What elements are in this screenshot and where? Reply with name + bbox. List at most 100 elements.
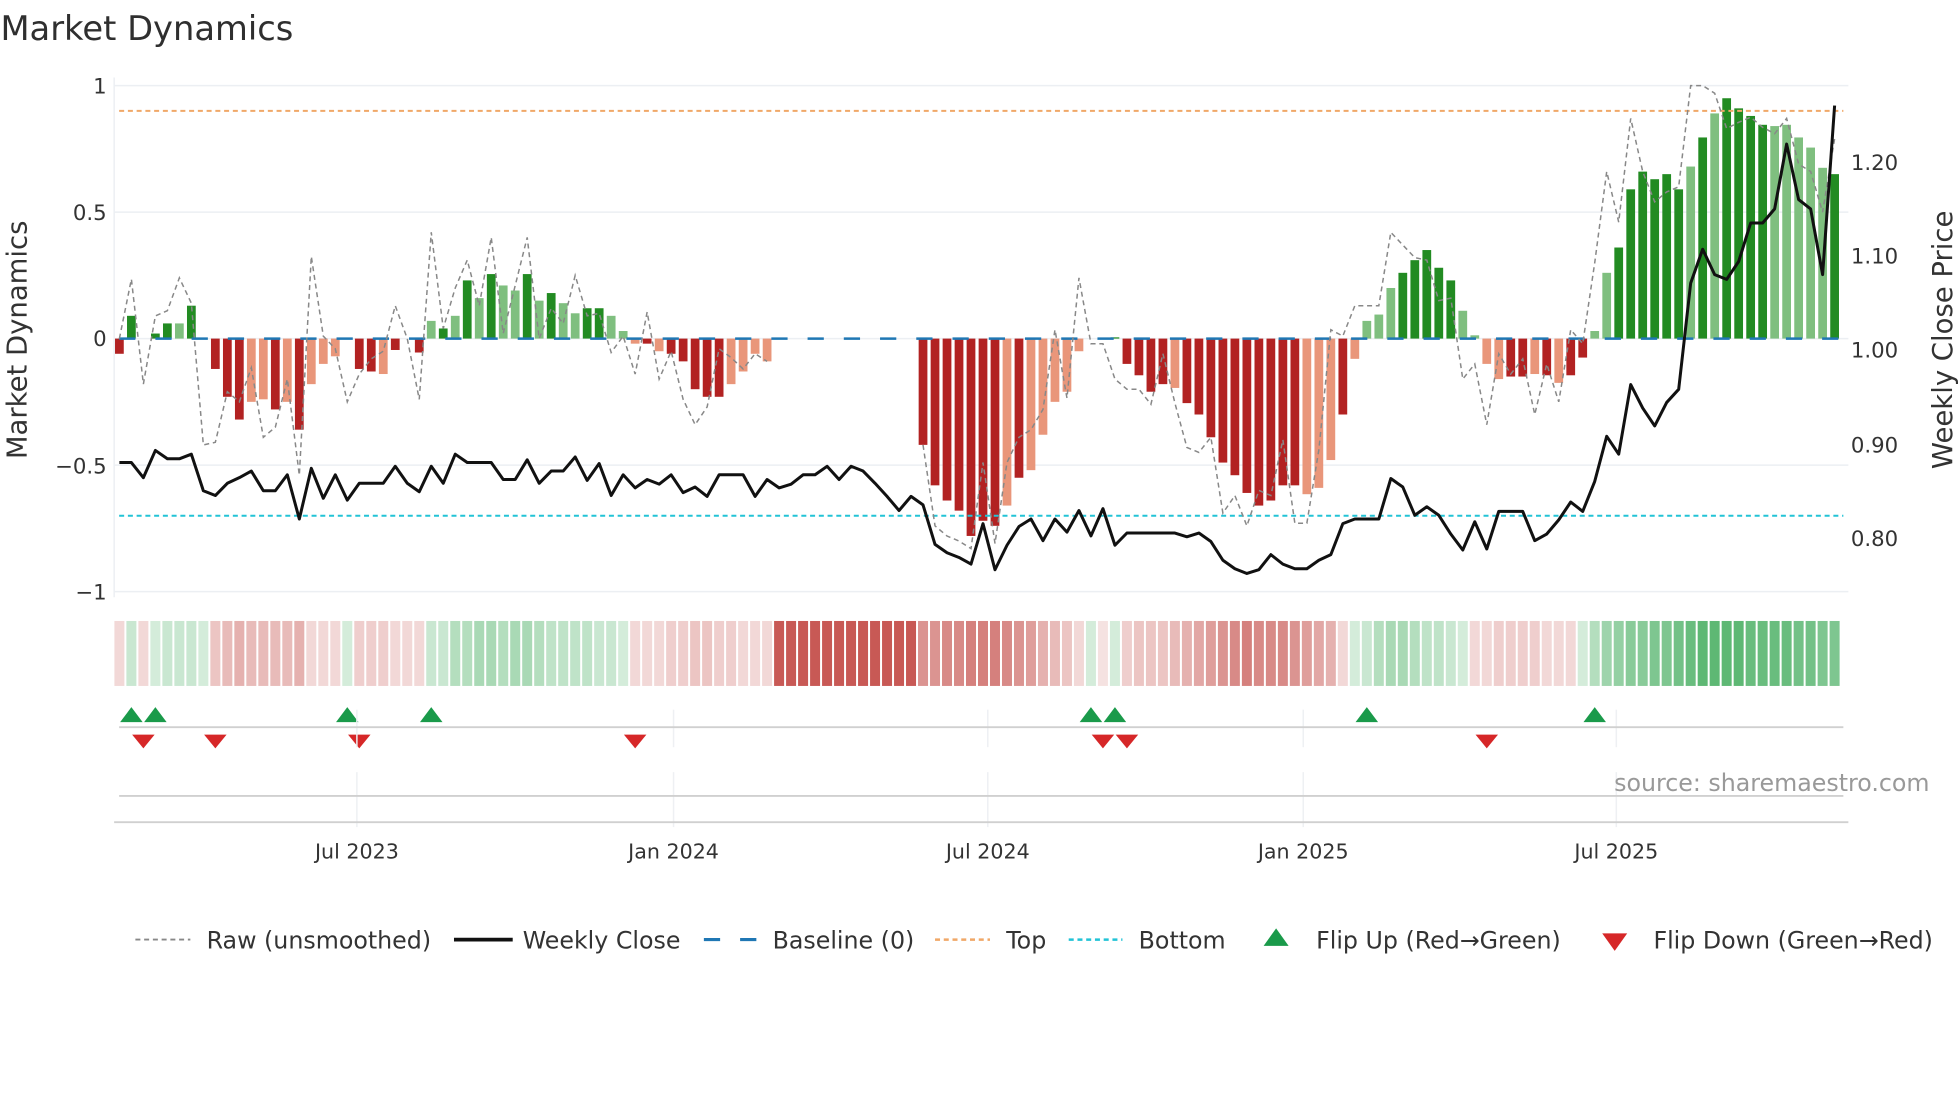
strip-cell [342, 620, 353, 686]
bar [546, 293, 556, 339]
bar [1422, 250, 1432, 339]
bar [1518, 338, 1528, 377]
bar [522, 274, 532, 339]
bar [1734, 108, 1744, 339]
strip-cell [1373, 620, 1384, 686]
strip-cell [714, 620, 725, 686]
bar [354, 338, 364, 369]
bar [1590, 331, 1600, 339]
bar [318, 338, 328, 364]
strip-cell [906, 620, 917, 686]
bar [654, 338, 664, 352]
strip-cell [270, 620, 281, 686]
source-label: source: sharemaestro.com [1614, 769, 1929, 797]
flip-up-marker [120, 707, 143, 723]
strip-cell [834, 620, 845, 686]
bar [690, 338, 700, 390]
strip-cell [1013, 620, 1024, 686]
bar [966, 338, 976, 536]
y-tick-label: 1 [93, 75, 107, 100]
strip-cell [786, 620, 797, 686]
strip-cell [1481, 620, 1492, 686]
strip-cell [702, 620, 713, 686]
flip-down-marker [132, 734, 155, 749]
bar [606, 315, 616, 339]
strip-cell [1181, 620, 1192, 686]
legend-item-weekly-close[interactable]: Weekly Close [453, 926, 681, 954]
bar [1146, 338, 1156, 392]
bar [1194, 338, 1204, 415]
strip-cell [1577, 620, 1588, 686]
legend-item-raw[interactable]: Raw (unsmoothed) [135, 926, 431, 954]
strip-cell [1589, 620, 1600, 686]
strip-cell [1517, 620, 1528, 686]
bar [1362, 320, 1372, 339]
bar [762, 338, 772, 362]
bar [666, 338, 676, 354]
strip-cell [438, 620, 449, 686]
strip-cell [1685, 620, 1696, 686]
bar [270, 338, 280, 410]
flip-down-marker [1115, 734, 1139, 749]
strip-cell [1193, 620, 1204, 686]
bar [1158, 338, 1168, 385]
strip-cell [1085, 620, 1096, 686]
legend-item-flip-down[interactable]: Flip Down (Green→Red) [1602, 926, 1933, 954]
strip-cell [1037, 620, 1048, 686]
bar [306, 338, 316, 385]
flip-down-marker [1091, 734, 1115, 749]
bar [1278, 338, 1288, 486]
bar [1698, 137, 1708, 339]
strip-cell [1553, 620, 1564, 686]
bar [1290, 338, 1300, 486]
x-tick-label: Jul 2025 [1572, 839, 1658, 863]
strip-cell [474, 620, 485, 686]
bar [258, 338, 268, 400]
strip-cell [1733, 620, 1744, 686]
strip-cell [630, 620, 641, 686]
flip-up-marker [1583, 707, 1606, 723]
bar [1242, 338, 1252, 493]
bar [678, 338, 688, 362]
bar [1626, 189, 1636, 339]
bar [1218, 338, 1228, 463]
strip-cell [1349, 620, 1360, 686]
strip-cell [1385, 620, 1396, 686]
strip-cell [1625, 620, 1636, 686]
strip-cell [1433, 620, 1444, 686]
bar [1614, 247, 1624, 339]
strip-cell [114, 620, 125, 686]
strip-cell [1241, 620, 1252, 686]
y-axis-title: Market Dynamics [2, 221, 34, 460]
bar [1002, 338, 1012, 506]
strip-cell [1157, 620, 1168, 686]
bar [174, 323, 184, 339]
bar [930, 338, 940, 486]
strip-cell [870, 620, 881, 686]
strip-cell [1745, 620, 1756, 686]
legend-item-bottom[interactable]: Bottom [1068, 926, 1226, 954]
bar [1794, 137, 1804, 339]
bar [234, 338, 244, 420]
strip-cell [1229, 620, 1240, 686]
bar [702, 338, 712, 397]
strip-cell [966, 620, 977, 686]
bar [750, 338, 760, 354]
strip-cell [666, 620, 677, 686]
bar [642, 338, 652, 344]
legend-item-flip-up[interactable]: Flip Up (Red→Green) [1263, 926, 1561, 954]
bar [462, 280, 472, 339]
bar [990, 338, 1000, 526]
strip-cell [282, 620, 293, 686]
bar [1026, 338, 1036, 471]
strip-cell [978, 620, 988, 686]
strip-cell [1097, 620, 1108, 686]
regime-strip [114, 620, 1840, 686]
strip-cell [690, 620, 701, 686]
legend-item-top[interactable]: Top [935, 926, 1046, 954]
bar [210, 338, 220, 369]
strip-cell [462, 620, 473, 686]
strip-cell [390, 620, 401, 686]
legend-label: Weekly Close [523, 926, 681, 954]
legend-item-baseline[interactable]: Baseline (0) [703, 926, 914, 954]
